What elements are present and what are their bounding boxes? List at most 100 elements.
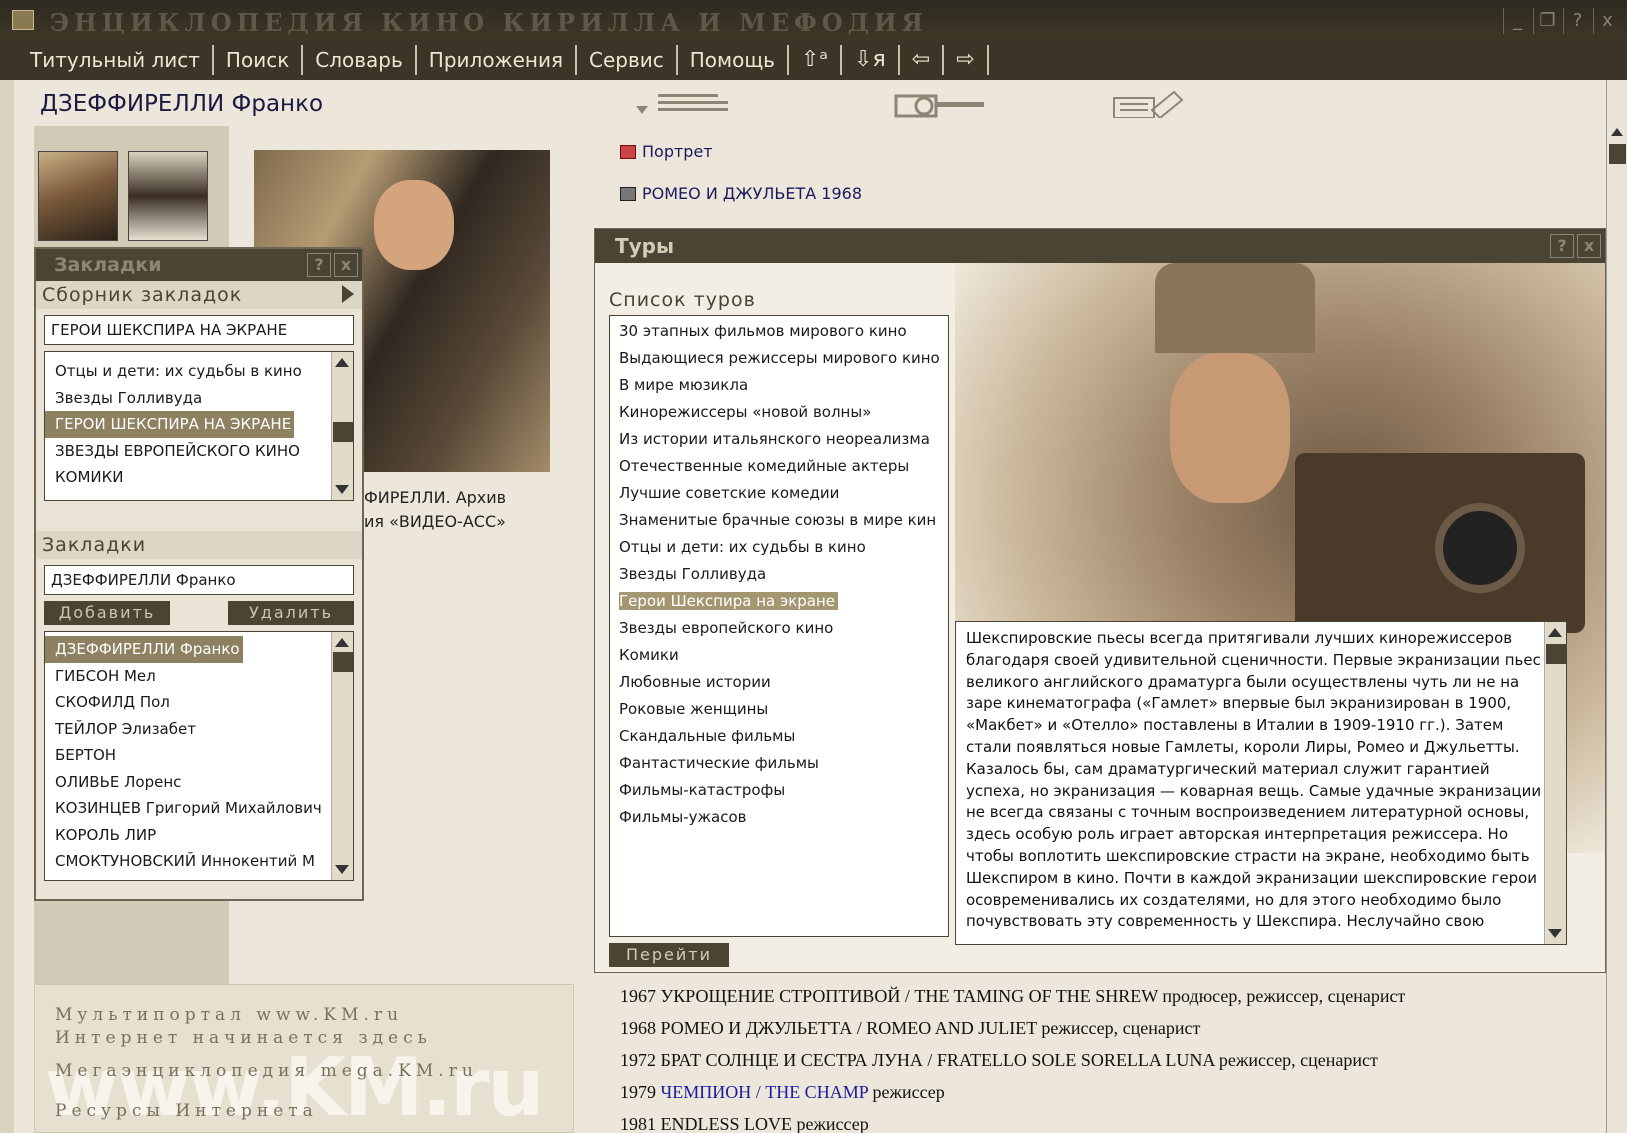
delete-bookmark-button[interactable]: Удалить (228, 601, 354, 625)
bookmarks-scrollbar[interactable] (331, 632, 353, 880)
menu-search[interactable]: Поиск (214, 45, 304, 75)
tour-item[interactable]: В мире мюзикла (610, 372, 948, 399)
bookmarks-panel-title: Закладки (54, 254, 162, 276)
tour-item[interactable]: Отечественные комедийные актеры (610, 453, 948, 480)
scroll-up-icon[interactable] (1548, 628, 1562, 637)
list-item[interactable]: Отцы и дети: их судьбы в кино (45, 358, 353, 385)
filmography-entry: 1968 РОМЕО И ДЖУЛЬЕТТА / ROMEO AND JULIE… (620, 1018, 1201, 1038)
list-item-selected[interactable]: ГЕРОИ ШЕКСПИРА НА ЭКРАНЕ (45, 411, 295, 438)
filmography-entry: 1972 БРАТ СОЛНЦЕ И СЕСТРА ЛУНА / FRATELL… (620, 1050, 1378, 1070)
list-item[interactable]: КОРОЛЬ ЛИР (45, 822, 353, 849)
scroll-thumb[interactable] (1609, 144, 1626, 164)
scroll-thumb[interactable] (333, 652, 353, 672)
bookmark-name-field[interactable]: ДЗЕФФИРЕЛЛИ Франко (44, 565, 354, 595)
list-item[interactable]: ОЛИВЬЕ Лоренс (45, 769, 353, 796)
tour-item[interactable]: Фантастические фильмы (610, 750, 948, 777)
list-item[interactable]: ТЕЙЛОР Элизабет (45, 716, 353, 743)
bookmarks-list[interactable]: ДЗЕФФИРЕЛЛИ Франко ГИБСОН Мел СКОФИЛД По… (44, 631, 354, 881)
bookmarks-header-label: Закладки (42, 534, 147, 556)
page-scrollbar[interactable] (1606, 80, 1627, 1133)
menu-appendices[interactable]: Приложения (417, 45, 577, 75)
list-item[interactable]: КОЗИНЦЕВ Григорий Михайлович (45, 795, 353, 822)
tour-item[interactable]: Звезды Голливуда (610, 561, 948, 588)
collection-list[interactable]: Отцы и дети: их судьбы в кино Звезды Гол… (44, 351, 354, 501)
list-item[interactable]: ЗВЕЗДЫ ЕВРОПЕЙСКОГО КИНО (45, 438, 353, 465)
portrait-link-label[interactable]: Портрет (642, 142, 713, 161)
close-icon[interactable]: x (334, 253, 358, 277)
bookmarks-header: Закладки (36, 531, 362, 559)
nav-up-icon[interactable]: ⇧ᵃ (789, 45, 843, 75)
projector-icon[interactable] (894, 90, 994, 118)
help-icon[interactable]: ? (307, 253, 331, 277)
menu-service[interactable]: Сервис (577, 45, 678, 75)
tour-item[interactable]: Роковые женщины (610, 696, 948, 723)
list-view-icon[interactable] (634, 90, 734, 118)
collection-scrollbar[interactable] (331, 352, 353, 500)
film-link[interactable]: РОМЕО И ДЖУЛЬЕТА 1968 (620, 184, 862, 203)
tour-item-selected[interactable]: Герои Шекспира на экране (610, 588, 948, 615)
menu-dictionary[interactable]: Словарь (303, 45, 417, 75)
description-scrollbar[interactable] (1544, 622, 1566, 944)
scroll-up-icon[interactable] (335, 638, 349, 647)
list-item[interactable]: СКОФИЛД Пол (45, 689, 353, 716)
nav-forward-icon[interactable]: ⇨ (944, 45, 989, 75)
km-link-resources[interactable]: Ресурсы Интернета (55, 1101, 318, 1121)
km-ad-banner[interactable]: www.KM.ru Мультипортал www.KM.ru Интерне… (34, 984, 574, 1133)
list-item[interactable]: Звезды Голливуда (45, 385, 353, 412)
scroll-up-icon[interactable] (1611, 128, 1623, 136)
scroll-thumb[interactable] (1546, 644, 1566, 664)
restore-button[interactable]: ❐ (1533, 8, 1561, 34)
menu-bar: Титульный лист Поиск Словарь Приложения … (0, 40, 1627, 80)
tour-item[interactable]: Звезды европейского кино (610, 615, 948, 642)
tour-item[interactable]: Фильмы-ужасов (610, 804, 948, 831)
help-icon[interactable]: ? (1550, 234, 1574, 258)
photo-caption: ФИРЕЛЛИ. Архив ия «ВИДЕО-АСС» (364, 486, 506, 534)
scroll-down-icon[interactable] (335, 865, 349, 874)
tour-item[interactable]: Лучшие советские комедии (610, 480, 948, 507)
menu-title-page[interactable]: Титульный лист (18, 45, 214, 75)
film-link-champ[interactable]: ЧЕМПИОН / THE CHAMP (661, 1082, 869, 1102)
add-bookmark-button[interactable]: Добавить (44, 601, 170, 625)
list-item-selected[interactable]: ДЗЕФФИРЕЛЛИ Франко (45, 636, 243, 663)
scroll-down-icon[interactable] (1548, 929, 1562, 938)
tour-item[interactable]: Фильмы-катастрофы (610, 777, 948, 804)
thumbnail-juliet[interactable] (128, 151, 208, 241)
film-link-label[interactable]: РОМЕО И ДЖУЛЬЕТА 1968 (642, 184, 862, 203)
menu-help[interactable]: Помощь (678, 45, 789, 75)
tour-item-selected-label[interactable]: Герои Шекспира на экране (619, 592, 839, 610)
scroll-up-icon[interactable] (335, 358, 349, 367)
collection-field[interactable]: ГЕРОИ ШЕКСПИРА НА ЭКРАНЕ (44, 315, 354, 345)
bookmarks-panel-header[interactable]: Закладки ? x (36, 249, 362, 281)
tour-item[interactable]: Из истории итальянского неореализма (610, 426, 948, 453)
tour-item[interactable]: Любовные истории (610, 669, 948, 696)
tour-item[interactable]: Кинорежиссеры «новой волны» (610, 399, 948, 426)
minimize-button[interactable]: _ (1503, 8, 1531, 34)
filmography-list: 1967 УКРОЩЕНИЕ СТРОПТИВОЙ / THE TAMING O… (620, 980, 1610, 1133)
km-link-megaencyclopedia[interactable]: Мегаэнциклопедия mega.KM.ru (55, 1061, 478, 1081)
expand-arrow-icon[interactable] (342, 285, 354, 303)
collection-header-label: Сборник закладок (42, 284, 243, 306)
tour-item[interactable]: Знаменитые брачные союзы в мире кин (610, 507, 948, 534)
notes-icon[interactable] (1112, 90, 1192, 118)
close-button[interactable]: x (1593, 8, 1621, 34)
close-icon[interactable]: x (1577, 234, 1601, 258)
tour-list[interactable]: 30 этапных фильмов мирового кино Выдающи… (609, 315, 949, 937)
scroll-down-icon[interactable] (335, 485, 349, 494)
list-item[interactable]: ГИБСОН Мел (45, 663, 353, 690)
km-link-multiportal[interactable]: Мультипортал www.KM.ru (55, 1005, 403, 1025)
list-item[interactable]: СМОКТУНОВСКИЙ Иннокентий М (45, 848, 353, 875)
tour-item[interactable]: Отцы и дети: их судьбы в кино (610, 534, 948, 561)
thumbnail-portrait[interactable] (38, 151, 118, 241)
list-item[interactable]: БЕРТОН (45, 742, 353, 769)
scroll-thumb[interactable] (333, 422, 353, 442)
tour-item[interactable]: 30 этапных фильмов мирового кино (610, 318, 948, 345)
tour-item[interactable]: Скандальные фильмы (610, 723, 948, 750)
go-button[interactable]: Перейти (609, 943, 729, 967)
tour-item[interactable]: Комики (610, 642, 948, 669)
tour-item[interactable]: Выдающиеся режиссеры мирового кино (610, 345, 948, 372)
nav-down-icon[interactable]: ⇩я (842, 45, 900, 75)
list-item[interactable]: КОМИКИ (45, 464, 353, 491)
nav-back-icon[interactable]: ⇦ (900, 45, 945, 75)
portrait-link[interactable]: Портрет (620, 142, 713, 161)
help-button[interactable]: ? (1563, 8, 1591, 34)
